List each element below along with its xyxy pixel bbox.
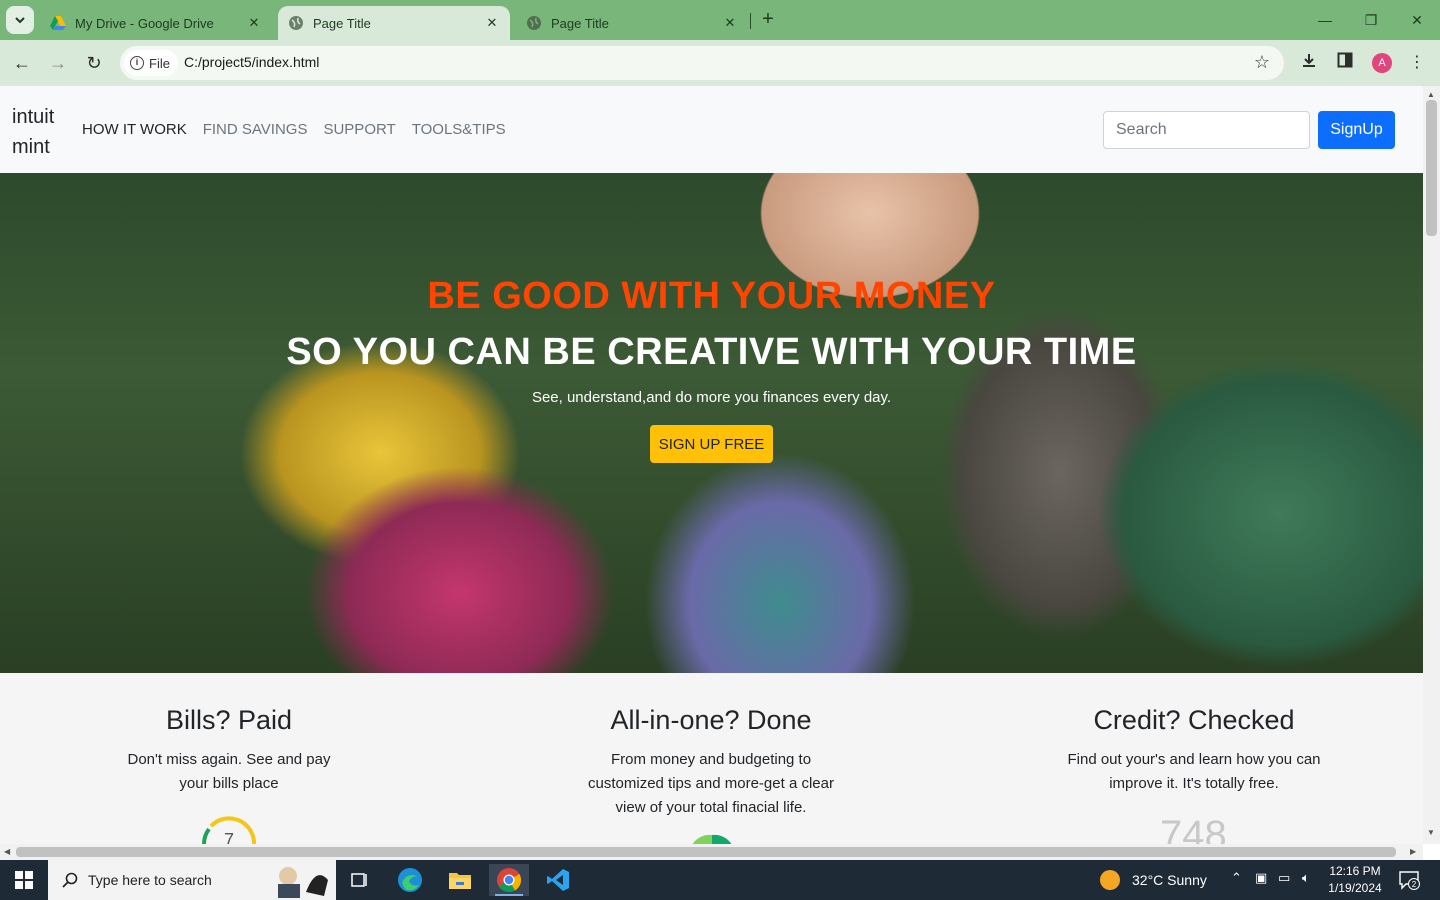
credit-score-value: 748 <box>1160 813 1227 844</box>
clock-date: 1/19/2024 <box>1328 881 1382 895</box>
brand-line2: mint <box>12 136 50 158</box>
weather-text: 32°C Sunny <box>1132 872 1207 888</box>
close-window-icon[interactable]: ✕ <box>1405 8 1429 32</box>
bookmark-star-icon[interactable]: ☆ <box>1254 52 1270 73</box>
scroll-left-icon[interactable]: ◀ <box>4 847 10 856</box>
site-navbar: intuit mint HOW IT WORK FIND SAVINGS SUP… <box>0 86 1423 173</box>
forward-arrow-icon[interactable]: → <box>45 50 71 76</box>
globe-icon <box>289 16 303 30</box>
tab-google-drive[interactable]: My Drive - Google Drive ✕ <box>40 6 272 40</box>
browser-toolbar: ← → ↻ i File C:/project5/index.html ☆ ⋮ <box>0 40 1440 86</box>
search-input[interactable] <box>1103 111 1310 149</box>
vertical-scroll-thumb[interactable] <box>1426 100 1437 236</box>
tab-page-title-active[interactable]: Page Title ✕ <box>278 6 510 40</box>
close-tab-icon[interactable]: ✕ <box>246 15 262 31</box>
sun-icon <box>1100 870 1120 890</box>
feature-all-in-one: All-in-one? Done From money and budgetin… <box>561 705 861 820</box>
active-indicator <box>495 894 523 896</box>
address-bar[interactable]: i File C:/project5/index.html ☆ <box>120 46 1284 80</box>
file-chip-label: File <box>149 55 170 71</box>
hero-headline: BE GOOD WITH YOUR MONEY <box>427 275 996 317</box>
sign-up-free-button[interactable]: SIGN UP FREE <box>650 425 773 463</box>
signup-button[interactable]: SignUp <box>1318 111 1395 149</box>
restore-icon[interactable]: ❐ <box>1359 8 1383 32</box>
scroll-down-icon[interactable]: ▼ <box>1427 828 1435 837</box>
site-info-chip[interactable]: i File <box>124 50 178 76</box>
feature-bills: Bills? Paid Don't miss again. See and pa… <box>79 705 379 796</box>
tab-title: Page Title <box>551 15 609 31</box>
page-viewport: intuit mint HOW IT WORK FIND SAVINGS SUP… <box>0 86 1423 844</box>
meet-now-icon[interactable]: ▣ <box>1255 870 1267 886</box>
tab-search-button[interactable] <box>6 6 34 34</box>
brand-logo[interactable]: intuit mint <box>12 102 54 162</box>
globe-icon <box>527 16 541 30</box>
hero-description: See, understand,and do more you finances… <box>531 389 892 406</box>
nav-support[interactable]: SUPPORT <box>323 121 395 138</box>
nav-tools-tips[interactable]: TOOLS&TIPS <box>412 121 506 138</box>
new-tab-button[interactable]: + <box>758 9 778 31</box>
nav-links: HOW IT WORK FIND SAVINGS SUPPORT TOOLS&T… <box>82 121 506 138</box>
windows-start-icon[interactable] <box>0 860 48 900</box>
feature-text: Find out your's and learn how you can im… <box>1067 751 1321 792</box>
bills-gauge-icon: 7 <box>202 816 257 844</box>
notification-count: 2 <box>1412 880 1417 889</box>
volume-icon[interactable]: 🔈︎ <box>1302 870 1310 886</box>
nav-how-it-work[interactable]: HOW IT WORK <box>82 121 187 138</box>
taskbar-search-box[interactable]: Type here to search <box>48 860 336 900</box>
url-text[interactable]: C:/project5/index.html <box>184 54 319 70</box>
search-icon <box>62 872 78 888</box>
network-icon[interactable]: ▭ <box>1278 870 1290 886</box>
bills-gauge-value: 7 <box>224 830 234 844</box>
side-panel-icon[interactable] <box>1334 52 1356 74</box>
menu-kebab-icon[interactable]: ⋮ <box>1406 52 1428 74</box>
feature-credit: Credit? Checked Find out your's and lear… <box>1044 705 1344 796</box>
clock-time: 12:16 PM <box>1329 864 1381 878</box>
chevron-down-icon <box>15 17 25 24</box>
features-section: Bills? Paid Don't miss again. See and pa… <box>0 673 1423 844</box>
google-drive-icon <box>50 16 66 30</box>
search-highlight-illustration-icon <box>278 867 328 898</box>
tab-title: Page Title <box>313 15 371 31</box>
vscode-icon[interactable] <box>538 864 578 896</box>
feature-title: Credit? Checked <box>1093 705 1295 735</box>
feature-text: From money and budgeting to customized t… <box>588 751 834 816</box>
file-explorer-icon[interactable] <box>440 864 480 896</box>
tab-page-title[interactable]: Page Title ✕ <box>516 6 748 40</box>
scroll-right-icon[interactable]: ▶ <box>1410 847 1416 856</box>
nav-find-savings[interactable]: FIND SAVINGS <box>203 121 308 138</box>
edge-browser-icon[interactable] <box>390 864 430 896</box>
weather-widget[interactable]: 32°C Sunny <box>1100 870 1207 890</box>
back-arrow-icon[interactable]: ← <box>9 50 35 76</box>
profile-avatar[interactable]: A <box>1372 53 1392 73</box>
feature-title: All-in-one? Done <box>610 705 812 735</box>
chevron-up-icon[interactable]: ⌃ <box>1231 870 1242 886</box>
tab-separator <box>750 13 751 29</box>
taskbar: Type here to search 32°C Sunny ⌃ ▣ ▭ 🔈︎ … <box>0 860 1440 900</box>
minimize-icon[interactable]: — <box>1313 8 1337 32</box>
budget-chart-icon <box>692 834 732 844</box>
task-view-icon[interactable] <box>340 864 380 896</box>
hero-subheadline: SO YOU CAN BE CREATIVE WITH YOUR TIME <box>286 331 1137 373</box>
reload-icon[interactable]: ↻ <box>81 50 107 76</box>
horizontal-scroll-thumb[interactable] <box>16 847 1396 857</box>
tab-strip: My Drive - Google Drive ✕ Page Title ✕ P… <box>0 0 1440 40</box>
feature-text: Don't miss again. See and pay your bills… <box>127 751 331 792</box>
download-icon[interactable] <box>1298 52 1320 74</box>
notification-icon[interactable]: 2 <box>1398 870 1420 890</box>
clock[interactable]: 12:16 PM 1/19/2024 <box>1324 863 1386 897</box>
scroll-up-icon[interactable]: ▲ <box>1427 90 1435 99</box>
hero-banner: BE GOOD WITH YOUR MONEY SO YOU CAN BE CR… <box>0 173 1423 673</box>
tab-title: My Drive - Google Drive <box>75 15 214 31</box>
feature-title: Bills? Paid <box>165 705 293 735</box>
close-tab-icon[interactable]: ✕ <box>484 15 500 31</box>
taskbar-search-placeholder: Type here to search <box>88 872 212 888</box>
info-icon: i <box>130 56 144 70</box>
chrome-icon[interactable] <box>489 864 529 896</box>
close-tab-icon[interactable]: ✕ <box>722 15 738 31</box>
brand-line1: intuit <box>12 106 55 128</box>
